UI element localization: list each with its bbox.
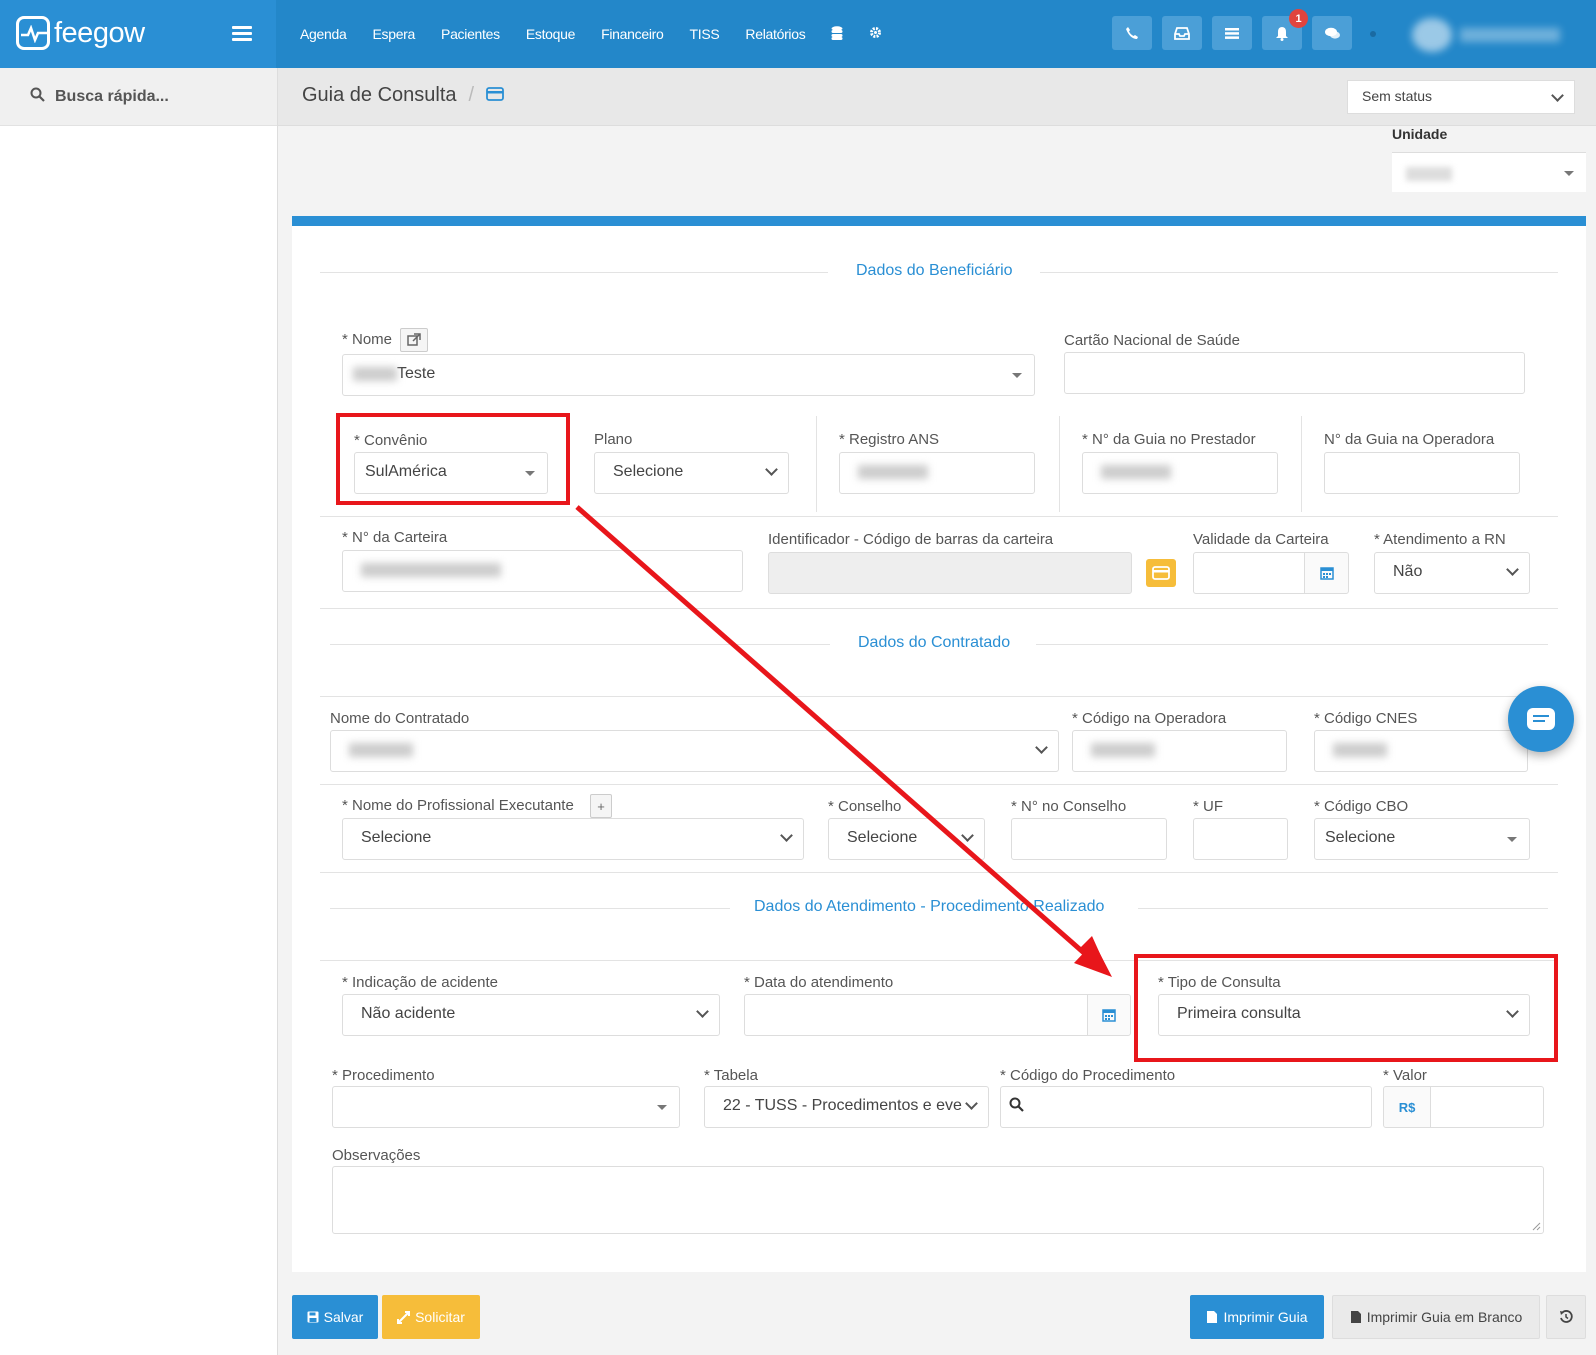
- save-button[interactable]: Salvar: [292, 1295, 378, 1339]
- history-icon: [1560, 1310, 1573, 1323]
- print-guide-button[interactable]: Imprimir Guia: [1190, 1295, 1324, 1339]
- solicitar-button[interactable]: Solicitar: [382, 1295, 480, 1339]
- print-guide-label: Imprimir Guia: [1223, 1309, 1308, 1325]
- save-button-label: Salvar: [323, 1309, 364, 1325]
- chat-support-button[interactable]: [1508, 686, 1574, 752]
- print-blank-guide-label: Imprimir Guia em Branco: [1366, 1309, 1523, 1325]
- expand-icon: [397, 1310, 411, 1324]
- print-blank-guide-button[interactable]: Imprimir Guia em Branco: [1332, 1295, 1540, 1339]
- annotation-arrow-icon: [575, 505, 1112, 977]
- file-icon: [1207, 1311, 1218, 1323]
- solicitar-button-label: Solicitar: [415, 1309, 465, 1325]
- history-button[interactable]: [1546, 1295, 1586, 1339]
- chat-bubble-icon: [1527, 708, 1555, 730]
- file-icon: [1350, 1311, 1361, 1323]
- floppy-disk-icon: [307, 1311, 319, 1323]
